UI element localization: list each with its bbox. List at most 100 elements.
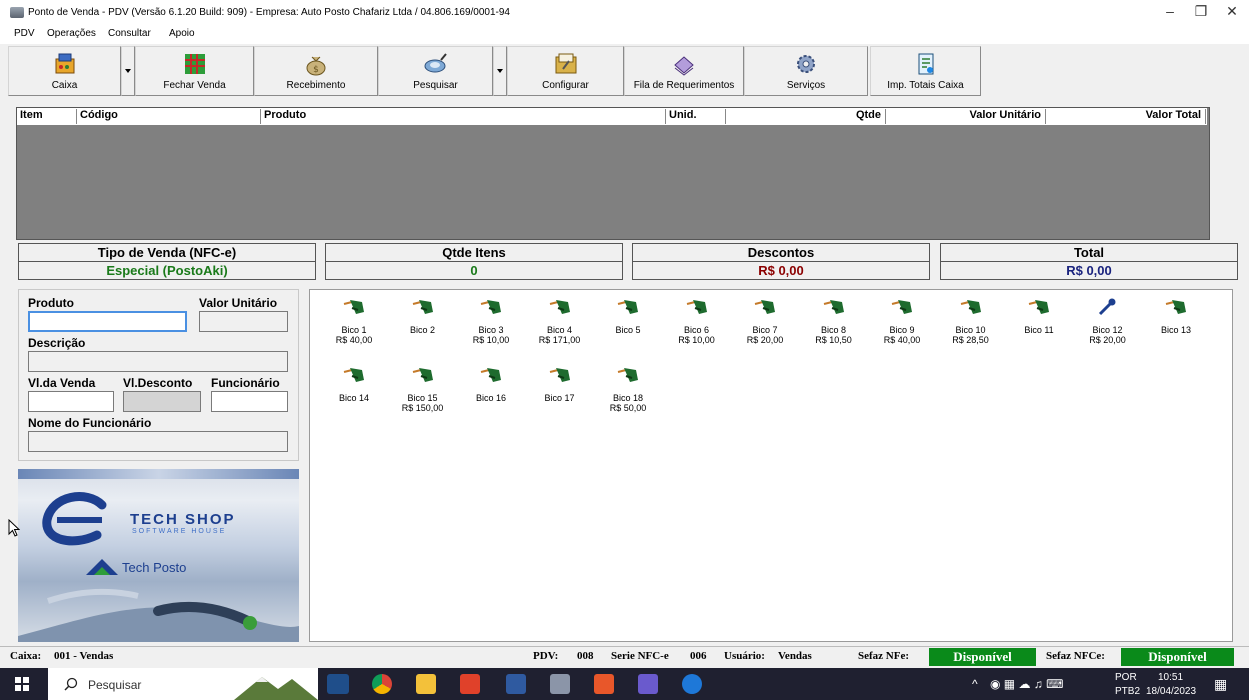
vl-desconto-input[interactable]	[123, 391, 201, 412]
e-swoosh-icon	[42, 492, 107, 546]
bico-7[interactable]: Bico 7 R$ 20,00	[735, 298, 795, 345]
bico-name: Bico 16	[475, 393, 507, 403]
vl-venda-input[interactable]	[28, 391, 114, 412]
servicos-button[interactable]: Serviços	[744, 46, 868, 96]
servicos-label: Serviços	[786, 80, 826, 91]
produto-input[interactable]	[28, 311, 187, 332]
bico-6[interactable]: Bico 6 R$ 10,00	[667, 298, 727, 345]
grid-header: Item Código Produto Unid. Qtde Valor Uni…	[17, 108, 1207, 125]
col-unid[interactable]: Unid.	[666, 109, 726, 124]
bico-8[interactable]: Bico 8 R$ 10,50	[804, 298, 864, 345]
bico-5[interactable]: Bico 5	[598, 298, 658, 335]
bico-3[interactable]: Bico 3 R$ 10,00	[461, 298, 521, 345]
fuel-nozzle-photo	[18, 588, 299, 642]
language-line2[interactable]: PTB2	[1115, 686, 1140, 697]
pdv-app-icon[interactable]	[550, 674, 570, 694]
bico-1[interactable]: Bico 1 R$ 40,00	[324, 298, 384, 345]
items-grid[interactable]: Item Código Produto Unid. Qtde Valor Uni…	[16, 107, 1210, 240]
mountain-highlight-icon	[234, 677, 318, 700]
support-icon[interactable]	[682, 674, 702, 694]
bico-11[interactable]: Bico 11	[1009, 298, 1069, 335]
chrome-icon[interactable]	[372, 674, 392, 694]
bico-price: R$ 10,50	[815, 335, 852, 345]
logo-brand: TECH SHOP	[130, 511, 236, 528]
produto-label: Produto	[28, 296, 74, 310]
bico-9[interactable]: Bico 9 R$ 40,00	[872, 298, 932, 345]
language-line1[interactable]: POR	[1115, 672, 1137, 683]
close-button[interactable]: ✕	[1220, 3, 1244, 23]
valor-unitario-label: Valor Unitário	[199, 296, 278, 310]
pesquisar-button[interactable]: Pesquisar	[378, 46, 493, 96]
usuario-status-label: Usuário:	[724, 650, 765, 662]
fuel-nozzle-icon	[891, 300, 912, 314]
descontos-label: Descontos	[632, 243, 930, 262]
windows-start-icon[interactable]	[15, 677, 29, 691]
caixa-button[interactable]: Caixa	[8, 46, 121, 96]
fechar-venda-button[interactable]: Fechar Venda	[135, 46, 254, 96]
pesquisar-dropdown[interactable]	[493, 46, 507, 96]
bico-name: Bico 4	[546, 325, 572, 335]
col-produto[interactable]: Produto	[261, 109, 666, 124]
col-codigo[interactable]: Código	[77, 109, 261, 124]
bico-12[interactable]: Bico 12 R$ 20,00	[1078, 298, 1138, 345]
fuel-nozzle-icon	[617, 300, 638, 314]
logo-tagline: SOFTWARE HOUSE	[132, 528, 227, 535]
restore-button[interactable]: ❐	[1189, 3, 1213, 23]
bico-4[interactable]: Bico 4 R$ 171,00	[530, 298, 590, 345]
bico-13[interactable]: Bico 13	[1146, 298, 1206, 335]
bico-name: Bico 14	[338, 393, 370, 403]
users-icon[interactable]	[638, 674, 658, 694]
anydesk-icon[interactable]	[460, 674, 480, 694]
calculator-icon[interactable]	[506, 674, 526, 694]
tools-icon[interactable]	[594, 674, 614, 694]
fuel-nozzle-icon	[1098, 298, 1115, 316]
bico-name: Bico 1	[341, 325, 367, 335]
clock-time[interactable]: 10:51	[1158, 672, 1183, 683]
recebimento-button[interactable]: $ Recebimento	[254, 46, 378, 96]
fechar-venda-label: Fechar Venda	[163, 80, 226, 91]
logo-product: Tech Posto	[122, 560, 187, 575]
bico-18[interactable]: Bico 18 R$ 50,00	[598, 366, 658, 413]
tray-icons[interactable]: ◉ ▦ ☁ ♫ ⌨	[990, 677, 1063, 691]
col-qtde[interactable]: Qtde	[726, 109, 886, 124]
tray-chevron-icon[interactable]: ^	[972, 677, 978, 691]
caixa-dropdown[interactable]	[121, 46, 135, 96]
window-title: Ponto de Venda - PDV (Versão 6.1.20 Buil…	[28, 7, 510, 18]
bico-17[interactable]: Bico 17	[530, 366, 590, 403]
serie-status-value: 006	[690, 650, 707, 662]
fila-requerimentos-button[interactable]: Fila de Requerimentos	[624, 46, 744, 96]
menu-consultar[interactable]: Consultar	[108, 28, 151, 39]
pdv-status-label: PDV:	[533, 650, 559, 662]
bico-price: R$ 10,00	[472, 335, 510, 345]
menu-apoio[interactable]: Apoio	[169, 28, 195, 39]
bico-2[interactable]: Bico 2	[393, 298, 453, 335]
file-explorer-icon[interactable]	[416, 674, 436, 694]
tech-shop-logo: TECH SHOP SOFTWARE HOUSE Tech Posto	[18, 469, 299, 642]
col-valor-unitario[interactable]: Valor Unitário	[886, 109, 1046, 124]
qtde-itens-value: 0	[325, 262, 623, 280]
menu-pdv[interactable]: PDV	[14, 28, 35, 39]
imp-totais-caixa-button[interactable]: Imp. Totais Caixa	[870, 46, 981, 96]
bico-price: R$ 10,00	[678, 335, 715, 345]
notification-icon[interactable]: ▦	[1214, 676, 1227, 693]
bico-10[interactable]: Bico 10 R$ 28,50	[941, 298, 1001, 345]
bico-14[interactable]: Bico 14	[324, 366, 384, 403]
col-item[interactable]: Item	[17, 109, 77, 124]
funcionario-input[interactable]	[211, 391, 288, 412]
configurar-button[interactable]: Configurar	[507, 46, 624, 96]
menu-operacoes[interactable]: Operações	[47, 28, 96, 39]
report-icon	[918, 53, 933, 75]
fuel-nozzle-icon	[549, 368, 570, 382]
fuel-nozzle-icon	[480, 300, 501, 314]
sefaz-nfce-label: Sefaz NFCe:	[1046, 650, 1105, 662]
fuel-nozzle-icon	[549, 300, 570, 314]
bico-15[interactable]: Bico 15 R$ 150,00	[393, 366, 453, 413]
bico-name: Bico 12	[1092, 325, 1123, 335]
cash-register-icon	[55, 53, 74, 74]
taskbar-search-box[interactable]: Pesquisar	[48, 668, 318, 700]
volus-app-icon[interactable]	[327, 674, 349, 694]
bico-16[interactable]: Bico 16	[461, 366, 521, 403]
minimize-button[interactable]: –	[1158, 3, 1182, 23]
col-valor-total[interactable]: Valor Total	[1046, 109, 1206, 124]
clock-date[interactable]: 18/04/2023	[1146, 686, 1196, 697]
